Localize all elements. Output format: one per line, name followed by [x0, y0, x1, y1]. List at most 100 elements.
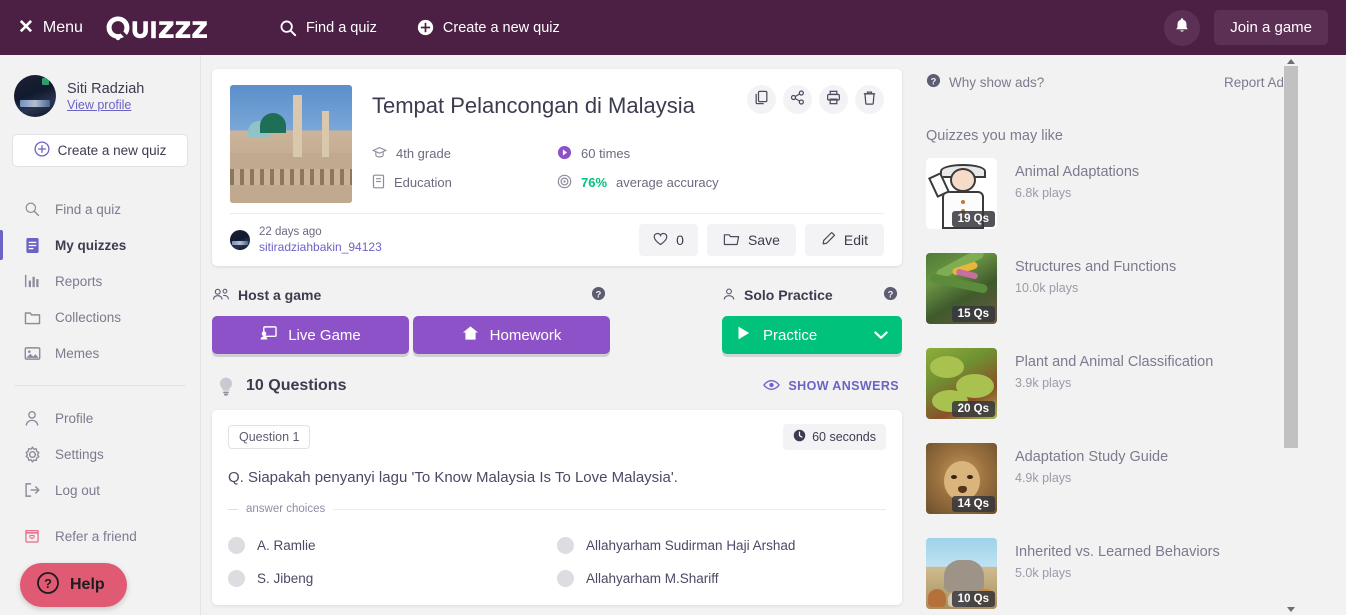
solo-practice-title: Solo Practice: [744, 287, 833, 303]
mosque-illustration: [230, 85, 352, 203]
sidebar-profile[interactable]: Siti Radziah View profile: [0, 75, 200, 117]
answer-choices-label: answer choices: [246, 503, 326, 515]
menu-toggle-button[interactable]: ✕ Menu: [18, 18, 83, 37]
list-item[interactable]: 19 Qs Animal Adaptations 6.8k plays: [926, 158, 1298, 229]
sidebar-create-quiz-button[interactable]: Create a new quiz: [12, 134, 188, 167]
show-answers-button[interactable]: SHOW ANSWERS: [763, 379, 899, 394]
play-options-row: Host a game ? Live Game Homework Solo Pr…: [212, 283, 902, 354]
top-navigation-bar: ✕ Menu Find a quiz Create a new quiz Joi…: [0, 0, 1346, 55]
document-icon: [23, 237, 41, 254]
why-show-ads-link[interactable]: ? Why show ads?: [926, 73, 1044, 91]
recommendation-thumbnail: 15 Qs: [926, 253, 997, 324]
sidebar-item-reports[interactable]: Reports: [0, 263, 200, 299]
quiz-subject: Education: [372, 168, 557, 197]
quizizz-logo[interactable]: [105, 15, 217, 41]
sidebar-item-collections[interactable]: Collections: [0, 299, 200, 335]
recommendation-body: Plant and Animal Classification 3.9k pla…: [1015, 348, 1213, 419]
join-a-game-button[interactable]: Join a game: [1214, 10, 1328, 45]
sidebar-item-log-out[interactable]: Log out: [0, 472, 200, 508]
list-item[interactable]: 14 Qs Adaptation Study Guide 4.9k plays: [926, 443, 1298, 514]
right-sidebar-scrollbar[interactable]: [1283, 55, 1299, 615]
help-button[interactable]: ? Help: [20, 563, 127, 607]
notifications-button[interactable]: [1164, 9, 1201, 46]
host-a-game-title: Host a game: [238, 287, 322, 303]
sidebar-item-memes[interactable]: Memes: [0, 335, 200, 371]
quiz-plays: 60 times: [557, 139, 719, 168]
recommendation-title: Plant and Animal Classification: [1015, 354, 1214, 370]
recommendations-title: Quizzes you may like: [926, 128, 1063, 144]
duplicate-icon: [754, 90, 769, 110]
search-icon: [23, 201, 41, 217]
nav-find-a-quiz[interactable]: Find a quiz: [279, 19, 377, 37]
answer-choice[interactable]: S. Jibeng: [228, 562, 557, 595]
radio-icon: [557, 570, 574, 587]
answer-choice[interactable]: A. Ramlie: [228, 529, 557, 562]
print-button[interactable]: [819, 85, 848, 114]
quiz-grade-label: 4th grade: [396, 146, 451, 162]
answer-choice-label: S. Jibeng: [257, 571, 314, 586]
presentation-icon: [260, 325, 277, 345]
question-count-badge: 20 Qs: [951, 401, 995, 417]
questions-count: 10 Questions: [246, 377, 347, 394]
recommendation-thumbnail: 14 Qs: [926, 443, 997, 514]
question-card-header: Question 1 60 seconds: [228, 424, 886, 450]
quiz-grade: 4th grade: [371, 139, 557, 168]
save-label: Save: [747, 232, 780, 248]
save-button[interactable]: Save: [706, 224, 796, 256]
eye-icon: [763, 379, 781, 394]
share-icon: [790, 89, 805, 110]
scroll-up-button[interactable]: [1283, 55, 1299, 67]
recommendation-title: Structures and Functions: [1015, 259, 1177, 275]
edit-button[interactable]: Edit: [804, 224, 884, 256]
delete-button[interactable]: [855, 85, 884, 114]
user-icon: [23, 410, 41, 427]
view-profile-link[interactable]: View profile: [67, 98, 144, 112]
page-body: Siti Radziah View profile Create a new q…: [0, 55, 1346, 615]
list-item[interactable]: 20 Qs Plant and Animal Classification 3.…: [926, 348, 1298, 419]
question-circle-icon[interactable]: ?: [591, 286, 606, 304]
sidebar-item-find-a-quiz[interactable]: Find a quiz: [0, 191, 200, 227]
quiz-plays-label: 60 times: [581, 146, 631, 162]
like-button[interactable]: 0: [639, 224, 698, 256]
answer-choice[interactable]: Allahyarham M.Shariff: [557, 562, 886, 595]
list-item[interactable]: 10 Qs Inherited vs. Learned Behaviors 5.…: [926, 538, 1298, 609]
question-circle-icon[interactable]: ?: [883, 286, 898, 304]
recommendation-plays: 4.9k plays: [1015, 470, 1072, 485]
plus-circle-icon: [34, 141, 50, 160]
homework-button[interactable]: Homework: [413, 316, 610, 354]
search-icon: [279, 19, 297, 37]
solo-practice-header: Solo Practice ?: [722, 283, 902, 307]
radio-icon: [228, 570, 245, 587]
gift-icon: [23, 528, 41, 544]
play-icon: [736, 325, 751, 345]
live-game-button[interactable]: Live Game: [212, 316, 409, 354]
report-ad-link[interactable]: Report Ad: [1224, 75, 1284, 90]
answer-choice[interactable]: Allahyarham Sudirman Haji Arshad: [557, 529, 886, 562]
recommendation-plays: 6.8k plays: [1015, 185, 1072, 200]
recommendation-body: Inherited vs. Learned Behaviors 5.0k pla…: [1015, 538, 1220, 609]
host-buttons: Live Game Homework: [212, 316, 610, 354]
recommendation-title: Adaptation Study Guide: [1015, 449, 1169, 465]
duplicate-button[interactable]: [747, 85, 776, 114]
main-content: Tempat Pelancongan di Malaysia 4th grade: [201, 55, 912, 615]
radio-icon: [228, 537, 245, 554]
quiz-author-link[interactable]: sitiradziahbakin_94123: [259, 240, 382, 255]
chevron-down-icon[interactable]: [874, 327, 888, 344]
list-item[interactable]: 15 Qs Structures and Functions 10.0k pla…: [926, 253, 1298, 324]
scroll-down-button[interactable]: [1283, 603, 1299, 615]
practice-button[interactable]: Practice: [722, 316, 902, 354]
quiz-meta-left: 4th grade Education: [371, 139, 557, 197]
live-game-label: Live Game: [288, 326, 361, 344]
nav-create-a-new-quiz[interactable]: Create a new quiz: [417, 19, 560, 36]
topnav-right-group: Join a game: [1164, 9, 1328, 46]
sidebar-item-my-quizzes[interactable]: My quizzes: [0, 227, 200, 263]
share-button[interactable]: [783, 85, 812, 114]
sidebar-item-refer-a-friend[interactable]: Refer a friend: [0, 518, 200, 554]
recommendation-body: Adaptation Study Guide 4.9k plays: [1015, 443, 1168, 514]
sidebar-item-settings[interactable]: Settings: [0, 436, 200, 472]
radio-icon: [557, 537, 574, 554]
question-timer: 60 seconds: [783, 424, 886, 450]
answer-choices-label-row: answer choices: [228, 503, 886, 515]
scrollbar-thumb[interactable]: [1284, 66, 1298, 448]
sidebar-item-profile[interactable]: Profile: [0, 400, 200, 436]
